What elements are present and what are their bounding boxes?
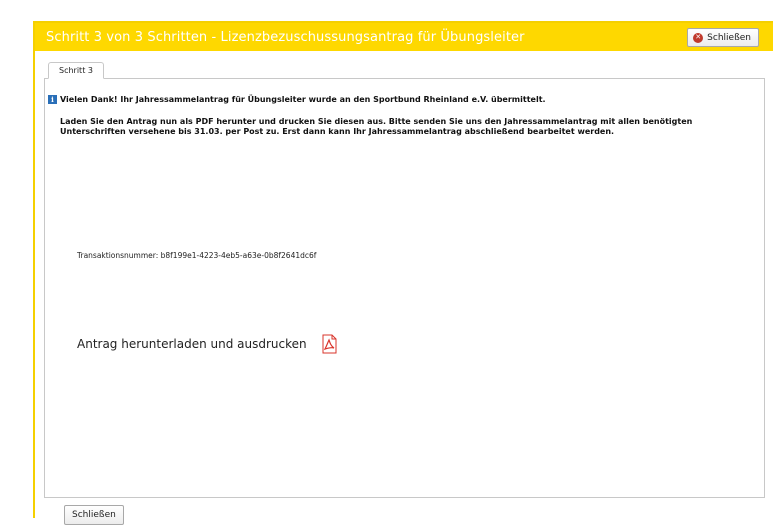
tab-step-3[interactable]: Schritt 3 bbox=[48, 62, 104, 79]
dialog-window: Schritt 3 von 3 Schritten - Lizenzbezusc… bbox=[33, 21, 773, 525]
close-icon: ✕ bbox=[693, 32, 704, 43]
tab-step-3-label: Schritt 3 bbox=[59, 66, 93, 75]
info-message-text: Vielen Dank! Ihr Jahressammelantrag für … bbox=[60, 95, 546, 104]
close-button-top[interactable]: ✕ Schließen bbox=[687, 28, 759, 47]
close-button-bottom[interactable]: Schließen bbox=[64, 505, 124, 525]
tab-strip: Schritt 3 bbox=[44, 60, 765, 79]
info-message: i Vielen Dank! Ihr Jahressammelantrag fü… bbox=[48, 95, 546, 104]
transaction-number: Transaktionsnummer: b8f199e1-4223-4eb5-a… bbox=[77, 251, 317, 260]
tab-panel: i Vielen Dank! Ihr Jahressammelantrag fü… bbox=[44, 78, 765, 525]
download-label: Antrag herunterladen und ausdrucken bbox=[77, 337, 307, 351]
close-button-top-label: Schließen bbox=[707, 32, 751, 43]
download-row: Antrag herunterladen und ausdrucken bbox=[77, 334, 339, 354]
info-icon: i bbox=[48, 95, 57, 104]
dialog-titlebar: Schritt 3 von 3 Schritten - Lizenzbezusc… bbox=[35, 23, 773, 51]
pdf-icon[interactable] bbox=[319, 334, 339, 354]
dialog-title: Schritt 3 von 3 Schritten - Lizenzbezusc… bbox=[46, 29, 525, 45]
instructions-text: Laden Sie den Antrag nun als PDF herunte… bbox=[60, 117, 693, 136]
close-button-bottom-label: Schließen bbox=[72, 510, 116, 520]
